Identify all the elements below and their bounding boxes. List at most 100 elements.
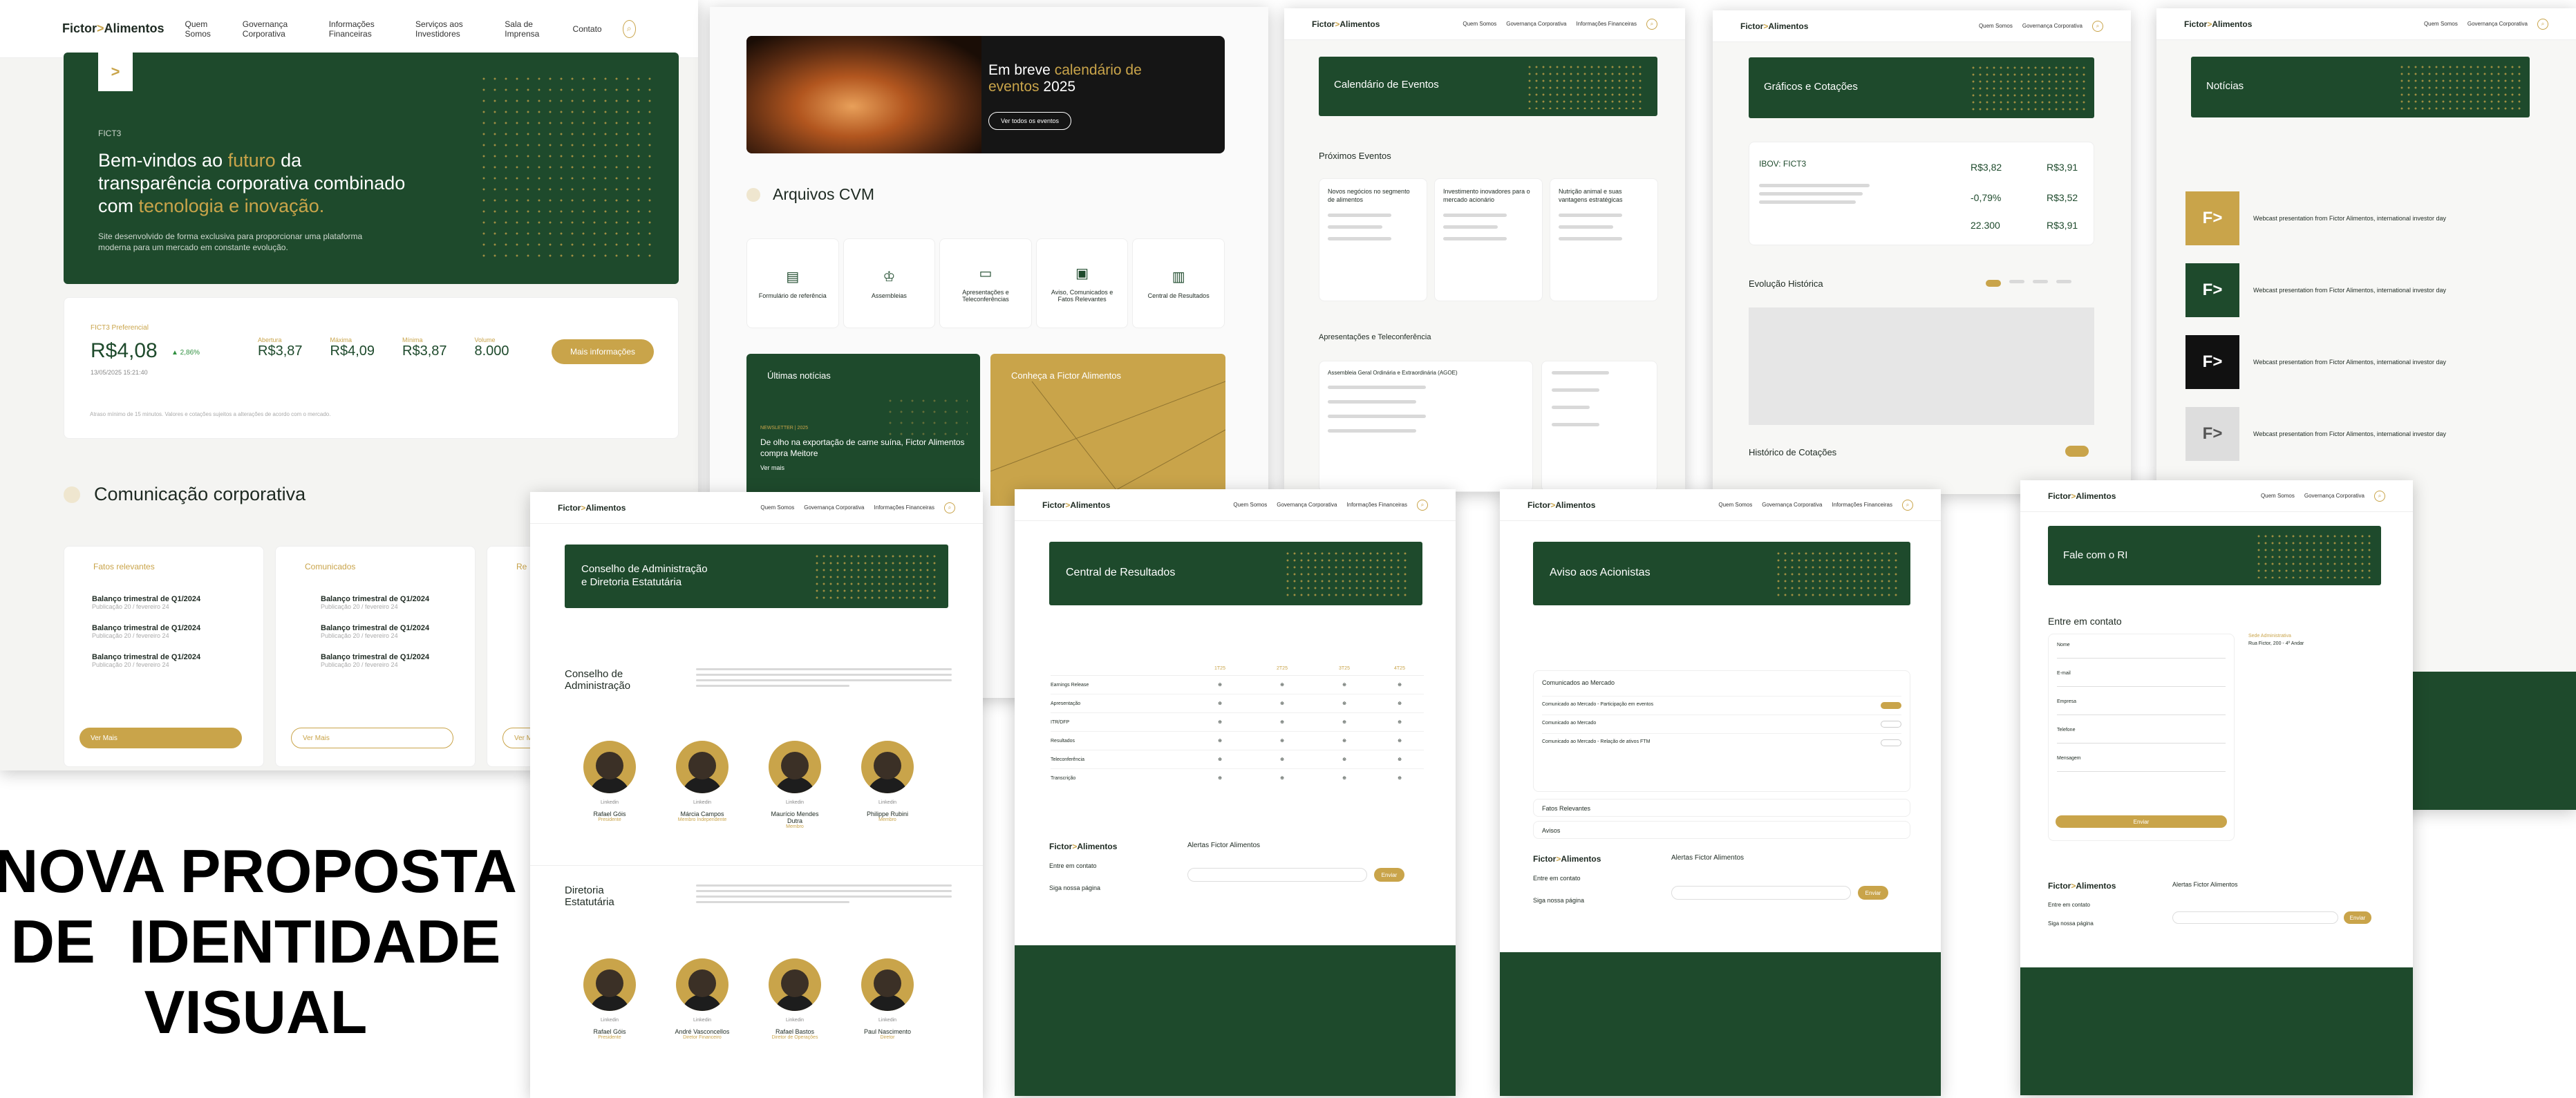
list-item[interactable]: F> Webcast presentation from Fictor Alime… (2185, 407, 2545, 461)
list-item[interactable]: Balanço trimestral de Q1/2024 Publicação … (92, 595, 251, 610)
logo[interactable]: Fictor>Alimentos (2048, 491, 2116, 501)
list-item[interactable]: Balanço trimestral de Q1/2024 Publicação … (321, 624, 466, 639)
download-icon[interactable]: ⊕ (1375, 719, 1424, 725)
filter-chip[interactable] (1986, 280, 2001, 287)
cvm-item[interactable]: ▣ Aviso, Comunicados e Fatos Relevantes (1035, 238, 1129, 328)
download-icon[interactable]: ⊕ (1189, 701, 1251, 706)
list-item[interactable]: Comunicado ao Mercado - Participação em … (1542, 696, 1901, 714)
event-card[interactable]: Novos negócios no segmento de alimentos (1319, 178, 1427, 301)
list-item[interactable]: Balanço trimestral de Q1/2024 Publicação … (92, 624, 251, 639)
search-icon[interactable]: ⌕ (944, 502, 955, 513)
nav-item[interactable]: Governança Corporativa (804, 504, 864, 511)
cvm-item[interactable]: ▭ Apresentações e Teleconferências (939, 238, 1032, 328)
download-button[interactable] (1881, 739, 1901, 746)
member-card[interactable]: Linkedin André Vasconcellos Diretor Financ… (671, 958, 733, 1040)
group-title[interactable]: Comunicados ao Mercado (1542, 679, 1901, 686)
accordion-item[interactable]: Avisos (1533, 821, 1910, 839)
filter-chip[interactable] (2033, 280, 2048, 283)
nav-item[interactable]: Governança Corporativa (1506, 21, 1566, 27)
subscribe-button[interactable]: Enviar (1374, 868, 1404, 882)
subscribe-button[interactable]: Enviar (1858, 886, 1888, 900)
member-card[interactable]: Linkedin Philippe Rubini Membro (856, 741, 919, 829)
download-icon[interactable]: ⊕ (1313, 701, 1375, 706)
logo[interactable]: Fictor>Alimentos (2184, 19, 2252, 29)
list-item[interactable]: Balanço trimestral de Q1/2024 Publicação … (321, 653, 466, 668)
newsletter-input[interactable] (2172, 911, 2338, 924)
nav-item[interactable]: Quem Somos (1233, 502, 1267, 508)
cvm-item[interactable]: ♔ Assembleias (843, 238, 936, 328)
download-icon[interactable]: ⊕ (1189, 719, 1251, 725)
phone-field[interactable] (2057, 732, 2226, 744)
nav-item[interactable]: Governança Corporativa (2304, 493, 2365, 499)
list-item[interactable]: Comunicado ao Mercado (1542, 714, 1901, 733)
nav-item[interactable]: Informações Financeiras (1576, 21, 1637, 27)
download-button[interactable] (1881, 702, 1901, 709)
download-icon[interactable]: ⊕ (1251, 757, 1313, 762)
nav-item[interactable]: Serviços aos Investidores (415, 19, 484, 39)
list-item[interactable]: F> Webcast presentation from Fictor Alime… (2185, 335, 2545, 389)
list-item[interactable]: Balanço trimestral de Q1/2024 Publicação … (92, 653, 251, 668)
download-icon[interactable]: ⊕ (1313, 775, 1375, 781)
news-headline[interactable]: De olho na exportação de carne suína, Fi… (760, 437, 968, 459)
logo[interactable]: Fictor>Alimentos (1312, 19, 1380, 29)
nav-item[interactable]: Quem Somos (1979, 23, 2013, 29)
search-icon[interactable]: ⌕ (2374, 490, 2385, 502)
accordion-item[interactable]: Fatos Relevantes (1533, 799, 1910, 817)
download-button[interactable] (1881, 721, 1901, 728)
search-icon[interactable]: ⌕ (1417, 499, 1428, 511)
nav-item[interactable]: Sala de Imprensa (505, 19, 552, 39)
search-icon[interactable]: ⌕ (1646, 18, 1657, 30)
member-card[interactable]: Linkedin Rafael Bastos Diretor de Operaçõe… (764, 958, 826, 1040)
member-card[interactable]: Linkedin Rafael Góis Presidente (579, 958, 641, 1040)
search-icon[interactable]: ⌕ (1902, 499, 1913, 511)
download-icon[interactable]: ⊕ (1251, 775, 1313, 781)
nav-item[interactable]: Governança Corporativa (2467, 21, 2528, 27)
nav-item[interactable]: Governança Corporativa (1277, 502, 1337, 508)
download-icon[interactable]: ⊕ (1251, 738, 1313, 744)
send-button[interactable]: Enviar (2056, 815, 2227, 828)
nav-item[interactable]: Informações Financeiras (1346, 502, 1407, 508)
logo[interactable]: Fictor>Alimentos (558, 503, 626, 513)
filter-chip[interactable] (2009, 280, 2024, 283)
download-icon[interactable]: ⊕ (1375, 775, 1424, 781)
download-icon[interactable]: ⊕ (1251, 701, 1313, 706)
see-more-button[interactable]: Ver Mais (79, 728, 242, 748)
download-icon[interactable]: ⊕ (1313, 757, 1375, 762)
subscribe-button[interactable]: Enviar (2344, 911, 2371, 924)
nav-item[interactable]: Contato (573, 24, 602, 34)
email-field[interactable] (2057, 676, 2226, 687)
logo[interactable]: Fictor>Alimentos (1042, 500, 1110, 510)
member-card[interactable]: Linkedin Paul Nascimento Diretor (856, 958, 919, 1040)
nav-item[interactable]: Informações Financeiras (329, 19, 395, 39)
search-icon[interactable]: ⌕ (2537, 18, 2548, 30)
list-item[interactable]: F> Webcast presentation from Fictor Alime… (2185, 263, 2545, 317)
event-card[interactable]: Nutrição animal e suas vantagens estraté… (1550, 178, 1658, 301)
download-icon[interactable]: ⊕ (1313, 738, 1375, 744)
news-more-link[interactable]: Ver mais (760, 464, 784, 471)
member-card[interactable]: Linkedin Rafael Góis Presidente (579, 741, 641, 829)
nav-item[interactable]: Informações Financeiras (1832, 502, 1892, 508)
cvm-item[interactable]: ▤ Formulário de referência (746, 238, 839, 328)
see-more-button[interactable]: Ver Mais (291, 728, 453, 748)
logo[interactable]: Fictor>Alimentos (1527, 500, 1595, 510)
download-icon[interactable]: ⊕ (1189, 757, 1251, 762)
download-icon[interactable]: ⊕ (1375, 757, 1424, 762)
download-icon[interactable]: ⊕ (1251, 719, 1313, 725)
nav-item[interactable]: Quem Somos (2261, 493, 2295, 499)
search-icon[interactable]: ⌕ (2092, 20, 2103, 32)
list-item[interactable]: F> Webcast presentation from Fictor Alime… (2185, 191, 2545, 245)
download-icon[interactable]: ⊕ (1189, 738, 1251, 744)
more-info-button[interactable]: Mais informações (552, 339, 654, 364)
assembly-card[interactable]: Assembleia Geral Ordinária e Extraordiná… (1319, 361, 1533, 492)
message-field[interactable] (2057, 761, 2226, 772)
search-icon[interactable]: ⌕ (622, 19, 636, 38)
nav-item[interactable]: Quem Somos (2424, 21, 2458, 27)
download-icon[interactable]: ⊕ (1375, 682, 1424, 688)
nav-item[interactable]: Governança Corporativa (243, 19, 308, 39)
logo[interactable]: Fictor>Alimentos (62, 21, 164, 36)
filter-chip[interactable] (2056, 280, 2071, 283)
logo[interactable]: Fictor>Alimentos (1740, 21, 1808, 31)
nav-item[interactable]: Quem Somos (1718, 502, 1752, 508)
event-card[interactable]: Investimento inovadores para o mercado a… (1434, 178, 1543, 301)
filter-button[interactable] (2065, 446, 2089, 457)
